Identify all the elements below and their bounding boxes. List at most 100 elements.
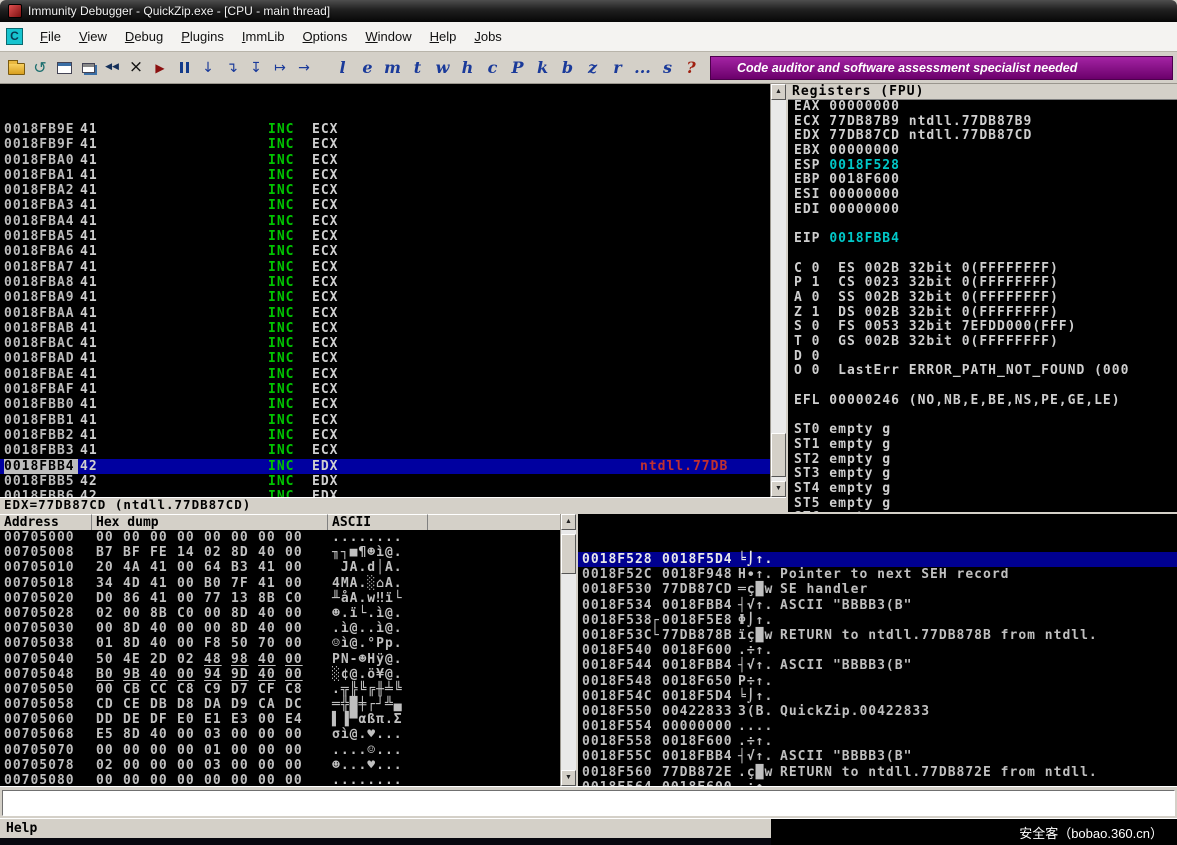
view-button-l[interactable]: l <box>330 57 355 79</box>
disasm-row[interactable]: 0018FBA3 41 INC ECX <box>0 198 770 213</box>
command-input[interactable] <box>2 790 1175 816</box>
hexdump-row[interactable]: 00705050 00 CB CC C8 C9 D7 CF C8 .╦╠╚╔╫╧╚ <box>0 682 560 697</box>
menu-view[interactable]: View <box>70 23 116 51</box>
register-line[interactable]: ESI 00000000 <box>794 187 1177 203</box>
disasm-row[interactable]: 0018FBA7 41 INC ECX <box>0 260 770 275</box>
stack-pane[interactable]: 0018F528 0018F5D4 ╘⌡↑. 0018F52C 0018F948 H∙↑.… <box>576 514 1177 786</box>
register-line[interactable]: EBX 00000000 <box>794 143 1177 159</box>
register-line[interactable]: ST0 empty g <box>794 422 1177 438</box>
register-line[interactable]: ESP 0018F528 <box>794 158 1177 174</box>
hexdump-row[interactable]: 00705080 00 00 00 00 00 00 00 00........ <box>0 773 560 786</box>
menu-jobs[interactable]: Jobs <box>465 23 510 51</box>
step-into-button[interactable]: ↓ <box>196 56 220 80</box>
menu-file[interactable]: File <box>31 23 70 51</box>
stack-row[interactable]: 0018F564 0018F600 .÷↑. <box>578 780 1177 786</box>
register-line[interactable]: ST2 empty g <box>794 452 1177 468</box>
view-button-P[interactable]: P <box>505 57 530 79</box>
help-button[interactable]: ? <box>680 57 702 79</box>
view-button-h[interactable]: h <box>455 57 480 79</box>
stack-row[interactable]: 0018F544 0018FBB4 ┤√↑. ASCII "BBBB3(B" <box>578 658 1177 673</box>
disasm-row[interactable]: 0018FBB5 42 INC EDX <box>0 474 770 489</box>
register-line[interactable]: P 1 CS 0023 32bit 0(FFFFFFFF) <box>794 276 1177 291</box>
register-line[interactable] <box>794 218 1177 233</box>
register-line[interactable]: EDI 00000000 <box>794 202 1177 218</box>
hexdump-row[interactable]: 00705010 20 4A 41 00 64 B3 41 00 JA.d│A. <box>0 560 560 575</box>
menu-plugins[interactable]: Plugins <box>172 23 233 51</box>
menu-options[interactable]: Options <box>294 23 357 51</box>
register-line[interactable]: C 0 ES 002B 32bit 0(FFFFFFFF) <box>794 261 1177 277</box>
view-button-z[interactable]: z <box>580 57 605 79</box>
view-button-t[interactable]: t <box>405 57 430 79</box>
stack-row[interactable]: 0018F55C 0018FBB4 ┤√↑. ASCII "BBBB3(B" <box>578 749 1177 764</box>
hexdump-row[interactable]: 00705070 00 00 00 00 01 00 00 00 ....☺... <box>0 743 560 758</box>
disasm-scroll-thumb[interactable] <box>771 433 786 477</box>
register-line[interactable]: D 0 <box>794 349 1177 365</box>
hexdump-row[interactable]: 00705058 CD CE DB D8 DA D9 CA DC ═╬█╪┌┘╩▄ <box>0 697 560 712</box>
disasm-row[interactable]: 0018FBA6 41 INC ECX <box>0 244 770 259</box>
menu-help[interactable]: Help <box>421 23 466 51</box>
view-button-m[interactable]: m <box>380 57 405 79</box>
stack-row[interactable]: 0018F560 77DB872E .ç█w RETURN to ntdll.77DB… <box>578 765 1177 780</box>
restart-button[interactable]: ↺ <box>28 56 52 80</box>
stack-row[interactable]: 0018F558 0018F600 .÷↑. <box>578 734 1177 749</box>
view-button-s[interactable]: s <box>655 57 680 79</box>
hexdump-scroll-thumb[interactable] <box>561 534 576 574</box>
scroll-up-icon[interactable]: ▲ <box>771 84 786 100</box>
hexdump-row[interactable]: 00705038 01 8D 40 00 F8 50 70 00 ☺ì@.°Pp. <box>0 636 560 651</box>
disasm-row[interactable]: 0018FBA9 41 INC ECX <box>0 290 770 305</box>
stack-row[interactable]: 0018F530 77DB87CD ═ç█w SE handler <box>578 582 1177 597</box>
hexdump-pane[interactable]: Address Hex dump ASCII 00705000 00 00 00 00 0… <box>0 514 560 786</box>
execute-till-return-button[interactable]: → <box>292 56 316 80</box>
disasm-scrollbar[interactable]: ▲ ▼ <box>770 84 786 497</box>
disasm-row[interactable]: 0018FBAE 41 INC ECX <box>0 367 770 382</box>
disasm-row[interactable]: 0018FB9F 41 INC ECX <box>0 137 770 152</box>
view-button-e[interactable]: e <box>355 57 380 79</box>
run-button[interactable]: ▶ <box>148 56 172 80</box>
header-ascii[interactable]: ASCII <box>328 514 428 530</box>
register-line[interactable]: ST1 empty g <box>794 437 1177 453</box>
disasm-row[interactable]: 0018FBA1 41 INC ECX <box>0 168 770 183</box>
disasm-row[interactable]: 0018FBAC 41 INC ECX <box>0 336 770 351</box>
menu-debug[interactable]: Debug <box>116 23 172 51</box>
hexdump-row[interactable]: 00705000 00 00 00 00 00 00 00 00........ <box>0 530 560 545</box>
stack-row[interactable]: 0018F550 00422833 3(B. QuickZip.00422833 <box>578 704 1177 719</box>
register-line[interactable]: A 0 SS 002B 32bit 0(FFFFFFFF) <box>794 290 1177 306</box>
hexdump-row[interactable]: 00705040 50 4E 2D 02 48 98 40 00 PN-☻Hÿ@. <box>0 652 560 667</box>
stack-row[interactable]: 0018F534 0018FBB4 ┤√↑. ASCII "BBBB3(B" <box>578 598 1177 613</box>
register-line[interactable]: T 0 GS 002B 32bit 0(FFFFFFFF) <box>794 334 1177 350</box>
hexdump-row[interactable]: 00705030 00 8D 40 00 00 8D 40 00 .ì@..ì@. <box>0 621 560 636</box>
register-line[interactable]: ST4 empty g <box>794 481 1177 497</box>
view-button-c[interactable]: c <box>480 57 505 79</box>
stack-row[interactable]: 0018F548 0018F650 P÷↑. <box>578 674 1177 689</box>
stack-row[interactable]: 0018F540 0018F600 .÷↑. <box>578 643 1177 658</box>
menu-window[interactable]: Window <box>356 23 420 51</box>
cpu-window-icon[interactable]: C <box>6 28 23 45</box>
disasm-row[interactable]: 0018FBB4 42 INC EDX ntdll.77DB <box>0 458 770 474</box>
titlebar[interactable]: Immunity Debugger - QuickZip.exe - [CPU … <box>0 0 1177 22</box>
windows-button[interactable] <box>52 56 76 80</box>
disasm-row[interactable]: 0018FBA2 41 INC ECX <box>0 183 770 198</box>
register-line[interactable]: EIP 0018FBB4 <box>794 231 1177 247</box>
disasm-row[interactable]: 0018FBA5 41 INC ECX <box>0 229 770 244</box>
view-button-k[interactable]: k <box>530 57 555 79</box>
disasm-row[interactable]: 0018FBAF 41 INC ECX <box>0 382 770 397</box>
disasm-row[interactable]: 0018FBAD 41 INC ECX <box>0 351 770 366</box>
disasm-pane[interactable]: 0018FB9E 41 INC ECX 0018FB9F 41 INC ECX 0018FBA0… <box>0 84 770 497</box>
view-button-w[interactable]: w <box>430 57 455 79</box>
close-x-button[interactable]: × <box>124 56 148 80</box>
hexdump-row[interactable]: 00705008 B7 BF FE 14 02 8D 40 00 ╖┐■¶☻ì@. <box>0 545 560 560</box>
cascade-windows-button[interactable] <box>76 56 100 80</box>
register-line[interactable]: EBP 0018F600 <box>794 173 1177 188</box>
disasm-row[interactable]: 0018FBB3 41 INC ECX <box>0 443 770 458</box>
disasm-row[interactable]: 0018FBB0 41 INC ECX <box>0 397 770 412</box>
scroll-up-icon[interactable]: ▲ <box>561 514 576 530</box>
disasm-row[interactable]: 0018FBB1 41 INC ECX <box>0 413 770 428</box>
step-over-button[interactable]: ↴ <box>220 56 244 80</box>
hexdump-row[interactable]: 00705060 DD DE DF E0 E1 E3 00 E4 ▌▐▀αßπ.Σ <box>0 712 560 727</box>
register-line[interactable]: Z 1 DS 002B 32bit 0(FFFFFFFF) <box>794 305 1177 321</box>
stack-row[interactable]: 0018F554 00000000.... <box>578 719 1177 734</box>
register-line[interactable] <box>794 408 1177 423</box>
hexdump-row[interactable]: 00705048 B0 9B 40 00 94 9D 40 00 ░¢@.ö¥@. <box>0 667 560 682</box>
register-line[interactable] <box>794 379 1177 394</box>
register-line[interactable]: ECX 77DB87B9 ntdll.77DB87B9 <box>794 114 1177 130</box>
